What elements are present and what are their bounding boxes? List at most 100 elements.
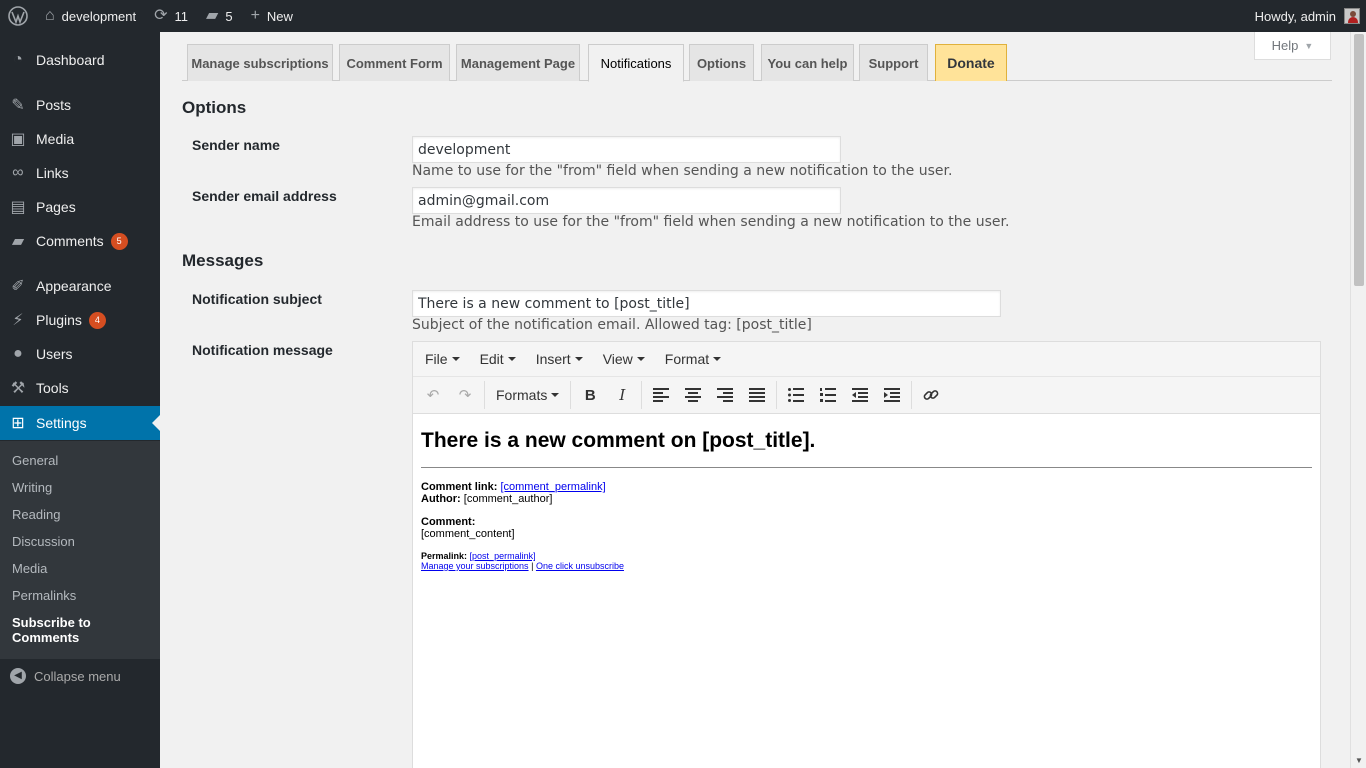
tab-donate[interactable]: Donate <box>935 44 1007 81</box>
tab-you-can-help[interactable]: You can help <box>761 44 854 81</box>
comment-value: [comment_content] <box>421 528 515 540</box>
site-name-link[interactable]: ⌂ development <box>36 0 145 32</box>
sidebar-item-plugins[interactable]: ⚡ Plugins 4 <box>0 303 160 337</box>
sidebar-item-appearance[interactable]: ✐ Appearance <box>0 269 160 303</box>
collapse-menu-button[interactable]: ◀ Collapse menu <box>10 668 121 684</box>
comment-permalink-link[interactable]: [comment_permalink] <box>500 481 605 493</box>
sender-email-description: Email address to use for the "from" fiel… <box>412 214 1010 230</box>
italic-icon: I <box>619 386 626 404</box>
submenu-discussion[interactable]: Discussion <box>12 534 75 549</box>
undo-button[interactable]: ↶ <box>417 381 449 409</box>
submenu-general[interactable]: General <box>12 453 58 468</box>
tab-management-page[interactable]: Management Page <box>456 44 580 81</box>
tab-options[interactable]: Options <box>689 44 754 81</box>
redo-button[interactable]: ↷ <box>449 381 481 409</box>
bullet-list-icon <box>788 388 805 402</box>
align-left-button[interactable] <box>645 381 677 409</box>
sidebar-item-media[interactable]: ▣ Media <box>0 122 160 156</box>
notification-message-label: Notification message <box>192 342 333 358</box>
tab-support[interactable]: Support <box>859 44 928 81</box>
formats-dropdown[interactable]: Formats <box>488 381 567 409</box>
sidebar-item-label: Plugins <box>36 312 82 328</box>
sender-email-label: Sender email address <box>192 188 337 204</box>
submenu-writing[interactable]: Writing <box>12 480 52 495</box>
page-scrollbar[interactable]: ▼ <box>1350 32 1366 768</box>
link-separator: | <box>531 561 534 571</box>
indent-button[interactable] <box>876 381 908 409</box>
toolbar-divider <box>484 381 485 409</box>
align-right-button[interactable] <box>709 381 741 409</box>
caret-down-icon <box>451 357 460 361</box>
undo-icon: ↶ <box>426 387 440 404</box>
comments-link[interactable]: ▰ 5 <box>197 0 242 32</box>
toolbar-divider <box>570 381 572 409</box>
scroll-down-arrow-icon[interactable]: ▼ <box>1354 756 1364 766</box>
wrench-icon: ⚒ <box>10 380 26 397</box>
main-content: Help ▼ Manage subscriptions Comment Form… <box>160 32 1350 768</box>
menu-label: Format <box>664 351 710 367</box>
plus-icon: + <box>250 7 260 24</box>
site-name: development <box>61 8 137 24</box>
menu-view[interactable]: View <box>595 351 653 367</box>
avatar <box>1344 8 1360 24</box>
settings-submenu: General Writing Reading Discussion Media… <box>0 441 160 659</box>
italic-button[interactable]: I <box>606 381 638 409</box>
caret-down-icon <box>507 357 516 361</box>
bold-button[interactable]: B <box>574 381 606 409</box>
tab-notifications[interactable]: Notifications <box>588 44 684 82</box>
editor-content[interactable]: There is a new comment on [post_title]. … <box>413 414 1320 596</box>
menu-file[interactable]: File <box>417 351 468 367</box>
numbered-list-button[interactable] <box>812 381 844 409</box>
submenu-permalinks[interactable]: Permalinks <box>12 588 76 603</box>
new-content-link[interactable]: + New <box>242 0 302 32</box>
align-left-icon <box>653 388 670 402</box>
notification-subject-input[interactable] <box>412 290 1001 317</box>
align-justify-button[interactable] <box>741 381 773 409</box>
link-icon: ∞ <box>12 164 24 181</box>
insert-link-button[interactable] <box>915 381 947 409</box>
wordpress-logo-icon[interactable] <box>0 0 36 32</box>
menu-insert[interactable]: Insert <box>528 351 591 367</box>
my-account-link[interactable]: Howdy, admin <box>1246 0 1366 32</box>
user-icon: ● <box>13 345 23 362</box>
message-divider <box>421 467 1312 468</box>
menu-label: Edit <box>479 351 504 367</box>
align-center-button[interactable] <box>677 381 709 409</box>
manage-subscriptions-link[interactable]: Manage your subscriptions <box>421 561 529 571</box>
scrollbar-thumb[interactable] <box>1354 34 1364 286</box>
settings-icon: ⊞ <box>11 415 25 432</box>
sidebar-item-comments[interactable]: ▰ Comments 5 <box>0 224 160 258</box>
submenu-reading[interactable]: Reading <box>12 507 60 522</box>
notification-subject-label: Notification subject <box>192 291 322 307</box>
dashboard-icon: ◔ <box>13 51 23 68</box>
post-permalink-link[interactable]: [post_permalink] <box>470 551 536 561</box>
updates-link[interactable]: ⟳ 11 <box>145 0 197 32</box>
sidebar-item-label: Media <box>36 131 75 147</box>
bullet-list-button[interactable] <box>780 381 812 409</box>
sidebar-item-label: Links <box>36 165 69 181</box>
submenu-subscribe-to-comments[interactable]: Subscribe to Comments <box>12 615 112 645</box>
sidebar-item-dashboard[interactable]: ◔ Dashboard <box>0 43 160 77</box>
tab-manage-subscriptions[interactable]: Manage subscriptions <box>187 44 333 81</box>
sidebar-item-pages[interactable]: ▤ Pages <box>0 190 160 224</box>
caret-down-icon <box>636 357 645 361</box>
menu-format[interactable]: Format <box>657 351 729 367</box>
sender-email-input[interactable] <box>412 187 841 214</box>
sender-name-input[interactable] <box>412 136 841 163</box>
sidebar-item-tools[interactable]: ⚒ Tools <box>0 371 160 405</box>
sidebar-item-posts[interactable]: ✎ Posts <box>0 88 160 122</box>
menu-edit[interactable]: Edit <box>472 351 524 367</box>
plugins-badge: 4 <box>88 311 106 329</box>
comment-link-label: Comment link: <box>421 481 498 493</box>
submenu-media[interactable]: Media <box>12 561 47 576</box>
comments-count: 5 <box>225 8 233 24</box>
tab-comment-form[interactable]: Comment Form <box>339 44 450 81</box>
sidebar-item-settings[interactable]: ⊞ Settings <box>0 406 160 440</box>
message-heading: There is a new comment on [post_title]. <box>421 429 816 452</box>
sidebar-item-label: Tools <box>36 380 69 396</box>
unsubscribe-link[interactable]: One click unsubscribe <box>536 561 624 571</box>
outdent-button[interactable] <box>844 381 876 409</box>
caret-down-icon <box>551 393 560 397</box>
sidebar-item-links[interactable]: ∞ Links <box>0 156 160 190</box>
sidebar-item-users[interactable]: ● Users <box>0 337 160 371</box>
